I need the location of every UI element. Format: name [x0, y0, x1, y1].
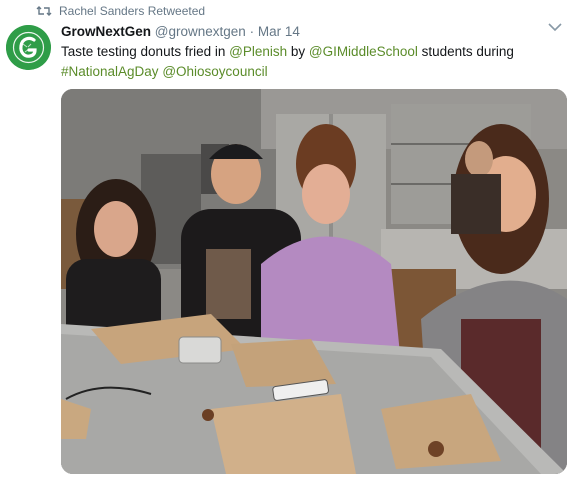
tweet-date[interactable]: Mar 14: [258, 24, 300, 39]
photo-students-tasting-donuts: [61, 89, 567, 474]
avatar[interactable]: [6, 25, 51, 70]
tweet-photo[interactable]: [61, 89, 567, 474]
retweet-text[interactable]: Rachel Sanders Retweeted: [59, 4, 205, 18]
author-display-name[interactable]: GrowNextGen: [61, 24, 151, 39]
separator-dot: ·: [249, 24, 255, 39]
tweet-text: Taste testing donuts fried in @Plenish b…: [61, 42, 551, 82]
chevron-down-icon[interactable]: [548, 22, 562, 32]
grownextgen-logo-icon: [6, 25, 51, 70]
retweet-icon: [36, 5, 52, 17]
text-segment: Taste testing donuts fried in: [61, 44, 230, 59]
tweet-header: GrowNextGen @grownextgen · Mar 14: [61, 23, 300, 40]
mention-gimiddleschool[interactable]: @GIMiddleSchool: [309, 44, 418, 59]
author-handle[interactable]: @grownextgen: [155, 24, 246, 39]
hashtag-nationalagday[interactable]: #NationalAgDay: [61, 64, 159, 79]
retweet-context: Rachel Sanders Retweeted: [36, 4, 205, 18]
text-segment: students during: [417, 44, 514, 59]
mention-ohiosoycouncil[interactable]: @Ohiosoycouncil: [162, 64, 267, 79]
mention-plenish[interactable]: @Plenish: [229, 44, 287, 59]
text-segment: by: [287, 44, 309, 59]
